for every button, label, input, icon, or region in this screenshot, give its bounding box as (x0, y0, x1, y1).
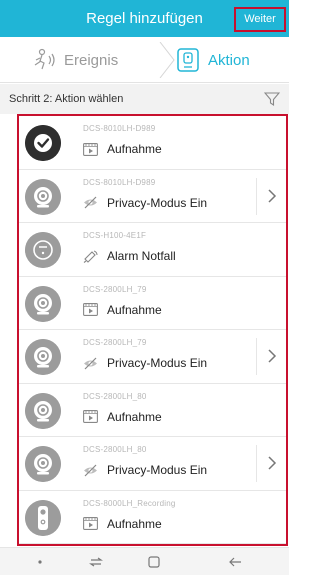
tab-event[interactable]: Ereignis (30, 37, 118, 83)
device-model: DCS-8010LH-D989 (83, 124, 156, 133)
camera-icon (25, 178, 61, 215)
action-row: Privacy-Modus Ein (83, 461, 207, 479)
tab-action-label: Aktion (208, 51, 250, 69)
alarm-icon (83, 250, 98, 263)
system-nav-bar (0, 547, 289, 575)
action-row: Alarm Notfall (83, 247, 176, 265)
list-item[interactable]: DCS-2800LH_80 Aufnahme (19, 383, 286, 437)
action-label: Aufnahme (107, 516, 162, 531)
action-label: Privacy-Modus Ein (107, 463, 208, 477)
recent-apps-icon[interactable] (88, 554, 104, 570)
list-item[interactable]: DCS-8010LH-D989 Aufnahme (19, 116, 286, 170)
action-label: Aufnahme (107, 409, 162, 424)
home-icon[interactable] (146, 554, 162, 570)
action-row: Aufnahme (83, 301, 162, 319)
device-model: DCS-8000LH_Recording (83, 498, 176, 508)
step-header: Schritt 2: Aktion wählen (0, 84, 289, 114)
device-model: DCS-H100-4E1F (83, 231, 147, 240)
recording-icon (83, 410, 98, 423)
camera-icon (25, 446, 61, 482)
back-icon[interactable] (227, 554, 243, 570)
device-model: DCS-2800LH_79 (83, 338, 147, 347)
action-label: Aufnahme (107, 302, 162, 317)
camera-icon (25, 392, 61, 429)
device-model: DCS-8010LH-D989 (83, 177, 156, 187)
list-item[interactable]: DCS-8010LH-D989 Privacy-Modus Ein (19, 169, 286, 223)
action-row: Aufnahme (83, 408, 162, 426)
top-bar: Regel hinzufügen Weiter (0, 0, 289, 37)
tab-bar: Ereignis Aktion (0, 37, 289, 83)
filter-icon[interactable] (264, 91, 280, 107)
chevron-right-icon[interactable] (256, 445, 286, 482)
action-row: Privacy-Modus Ein (83, 194, 207, 212)
camera-icon (25, 285, 61, 322)
motion-icon (34, 48, 55, 70)
action-row: Aufnahme (83, 140, 162, 158)
screen: Regel hinzufügen Weiter Ereignis Aktion (0, 0, 289, 575)
recording-icon (83, 303, 98, 316)
siren-device-icon (25, 232, 61, 268)
action-label: Privacy-Modus Ein (107, 195, 208, 210)
action-row: Aufnahme (83, 515, 162, 533)
recording-icon (83, 142, 98, 156)
chevron-right-icon[interactable] (256, 338, 286, 375)
recording-icon (83, 517, 98, 530)
doorbell-camera-icon (25, 499, 61, 536)
privacy-eye-icon (83, 464, 98, 477)
next-button[interactable]: Weiter (234, 7, 286, 32)
action-label: Alarm Notfall (107, 249, 176, 263)
list-item[interactable]: DCS-2800LH_80 Privacy-Modus Ein (19, 437, 286, 491)
action-list: DCS-8010LH-D989 Aufnahme DCS-8010LH-D989 Pr… (17, 114, 288, 546)
camera-icon (25, 339, 61, 375)
action-label: Aufnahme (107, 142, 162, 156)
action-label: Privacy-Modus Ein (107, 356, 208, 370)
list-item[interactable]: DCS-2800LH_79 Privacy-Modus Ein (19, 330, 286, 384)
action-row: Privacy-Modus Ein (83, 354, 207, 372)
chevron-right-icon[interactable] (256, 177, 286, 215)
tab-event-label: Ereignis (64, 51, 119, 69)
list-item[interactable]: DCS-H100-4E1F Alarm Notfall (19, 223, 286, 277)
privacy-eye-icon (83, 357, 98, 370)
list-item[interactable]: DCS-8000LH_Recording Aufnahme (19, 490, 286, 544)
device-model: DCS-2800LH_80 (83, 391, 147, 401)
device-model: DCS-2800LH_80 (83, 445, 147, 454)
privacy-eye-icon (83, 196, 98, 209)
device-icon (177, 48, 199, 72)
tab-action[interactable]: Aktion (174, 37, 250, 83)
device-model: DCS-2800LH_79 (83, 284, 147, 294)
checkmark-icon (25, 125, 61, 161)
dot-icon[interactable] (32, 554, 48, 570)
list-item[interactable]: DCS-2800LH_79 Aufnahme (19, 276, 286, 330)
step-label: Schritt 2: Aktion wählen (9, 93, 124, 105)
